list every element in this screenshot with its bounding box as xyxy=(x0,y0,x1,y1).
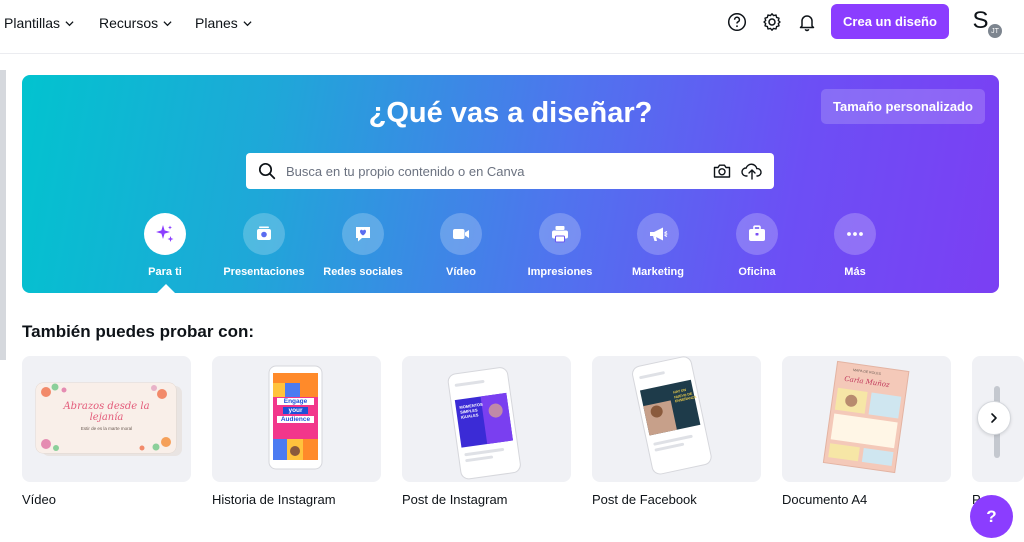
more-dots-icon xyxy=(834,213,876,255)
chevron-down-icon xyxy=(65,20,74,26)
briefcase-icon xyxy=(736,213,778,255)
category-label: Impresiones xyxy=(527,266,593,278)
nav-recursos[interactable]: Recursos xyxy=(99,14,172,32)
category-label: Redes sociales xyxy=(323,266,403,278)
category-video[interactable]: Vídeo xyxy=(411,213,511,283)
printer-icon xyxy=(539,213,581,255)
page-scrollbar[interactable] xyxy=(0,70,6,360)
section-title: También puedes probar con: xyxy=(22,322,255,341)
card-label: Post de Instagram xyxy=(402,492,508,507)
avatar-badge: JT xyxy=(986,22,1004,40)
suggestion-card-instagram-post[interactable]: MOMENTOS SIMPLES IGUALES xyxy=(402,356,571,482)
chevron-right-icon xyxy=(991,413,997,423)
category-oficina[interactable]: Oficina xyxy=(707,213,807,283)
suggestion-card-video[interactable]: Abrazos desde la lejanía Estir de es la … xyxy=(22,356,191,482)
active-category-pointer xyxy=(157,284,175,293)
avatar[interactable]: S JT xyxy=(963,3,1004,40)
carousel-next-button[interactable] xyxy=(977,401,1011,435)
suggestion-card-instagram-story[interactable]: Engage your Audience xyxy=(212,356,381,482)
heart-chat-icon xyxy=(342,213,384,255)
story-text-block: Engage your Audience xyxy=(277,398,314,423)
card-label: Historia de Instagram xyxy=(212,492,336,507)
presentation-icon xyxy=(243,213,285,255)
search-bar xyxy=(246,153,774,189)
camera-search-icon[interactable] xyxy=(712,161,732,181)
category-label: Vídeo xyxy=(446,266,476,278)
chevron-down-icon xyxy=(243,20,252,26)
create-design-button[interactable]: Crea un diseño xyxy=(831,4,949,39)
category-redes-sociales[interactable]: Redes sociales xyxy=(313,213,413,283)
thumbnail-title: Abrazos desde la lejanía xyxy=(63,401,150,423)
card-label: Post de Facebook xyxy=(592,492,697,507)
suggestion-card-facebook-post[interactable]: HAY UN NUEVO DE ENSEÑANZA xyxy=(592,356,761,482)
nav-planes-label: Planes xyxy=(195,15,238,31)
category-mas[interactable]: Más xyxy=(805,213,905,283)
category-para-ti[interactable]: Para ti xyxy=(115,213,215,283)
thumbnail-subtitle: Estir de es la marte moral xyxy=(80,426,133,431)
story-line: your xyxy=(283,407,308,414)
search-icon xyxy=(258,162,276,180)
a4-document-thumbnail xyxy=(822,360,910,474)
category-label: Marketing xyxy=(632,266,684,278)
sparkle-icon xyxy=(144,213,186,255)
gear-icon[interactable] xyxy=(761,11,783,33)
instagram-post-thumbnail xyxy=(447,367,521,480)
category-marketing[interactable]: Marketing xyxy=(608,213,708,283)
chevron-down-icon xyxy=(163,20,172,26)
category-label: Más xyxy=(844,266,866,278)
category-presentaciones[interactable]: Presentaciones xyxy=(214,213,314,283)
category-label: Presentaciones xyxy=(223,266,305,278)
help-circle-icon[interactable] xyxy=(726,11,748,33)
custom-size-button[interactable]: Tamaño personalizado xyxy=(821,89,985,124)
story-line: Audience xyxy=(277,416,314,423)
suggestion-card-a4-document[interactable]: Carla Muñoz MAPA DE ROLES xyxy=(782,356,951,482)
bell-icon[interactable] xyxy=(796,11,818,33)
facebook-post-thumbnail xyxy=(632,356,712,475)
top-navigation-bar: Plantillas Recursos Planes Crea un diseñ… xyxy=(0,0,1024,54)
nav-plantillas[interactable]: Plantillas xyxy=(4,14,74,32)
category-impresiones[interactable]: Impresiones xyxy=(510,213,610,283)
video-camera-icon xyxy=(440,213,482,255)
nav-planes[interactable]: Planes xyxy=(195,14,252,32)
card-label: Documento A4 xyxy=(782,492,868,507)
nav-recursos-label: Recursos xyxy=(99,15,159,31)
upload-cloud-icon[interactable] xyxy=(741,161,763,181)
hero-banner: ¿Qué vas a diseñar? Tamaño personalizado… xyxy=(22,75,999,293)
search-input[interactable] xyxy=(286,153,666,189)
nav-plantillas-label: Plantillas xyxy=(4,15,61,31)
help-button[interactable]: ? xyxy=(970,495,1013,538)
category-label: Oficina xyxy=(738,266,776,278)
story-line: Engage xyxy=(277,398,314,405)
megaphone-icon xyxy=(637,213,679,255)
card-label: Vídeo xyxy=(22,492,56,507)
category-label: Para ti xyxy=(148,266,182,278)
